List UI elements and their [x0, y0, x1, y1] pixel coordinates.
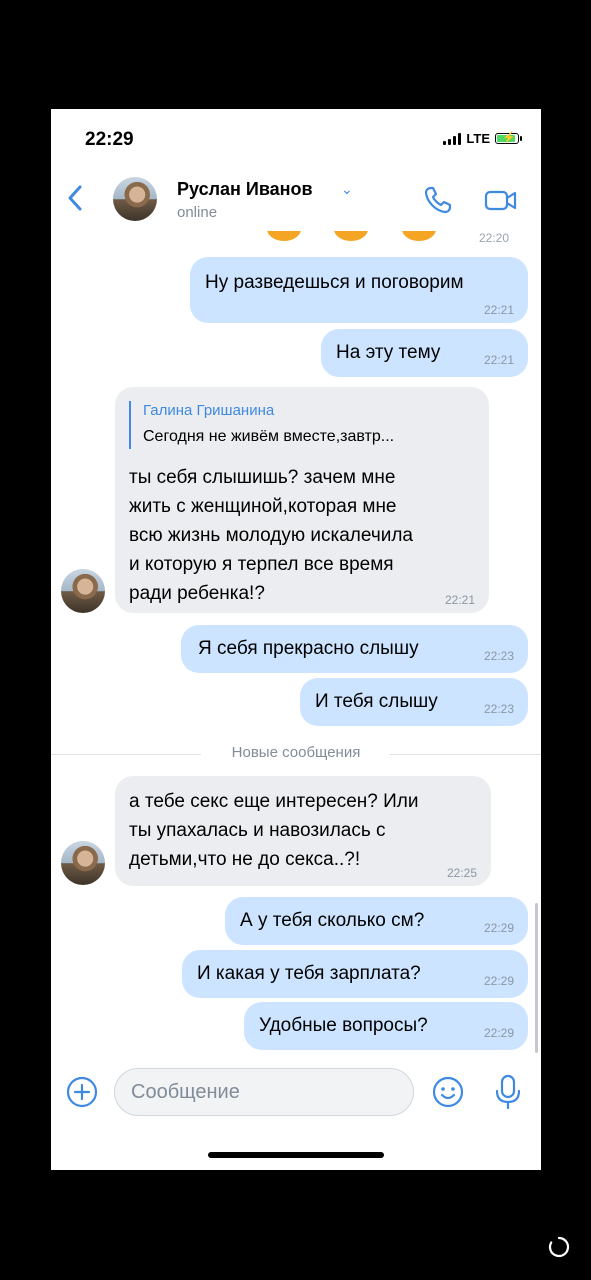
sender-avatar[interactable] — [61, 569, 105, 613]
message-text: Удобные вопросы? — [259, 1015, 428, 1036]
message-text: И тебя слышу — [315, 691, 438, 712]
incoming-message[interactable]: а тебе секс еще интересен? Или ты упахал… — [115, 776, 491, 886]
contact-name[interactable]: Руслан Иванов — [177, 179, 313, 200]
outgoing-message[interactable]: Удобные вопросы? 22:29 — [244, 1002, 528, 1050]
message-time: 22:25 — [446, 866, 477, 880]
outgoing-message[interactable]: Ну разведешься и поговорим 22:21 — [190, 257, 528, 323]
message-time: 22:21 — [444, 593, 475, 607]
message-line: детьми,что не до секса..?! — [129, 849, 361, 870]
message-time: 22:21 — [483, 303, 514, 317]
home-indicator — [208, 1152, 384, 1158]
outgoing-message[interactable]: И какая у тебя зарплата? 22:29 — [182, 950, 528, 998]
quote-text: Сегодня не живём вместе,завтр... — [143, 428, 395, 445]
status-indicators: LTE ⚡ — [443, 131, 522, 146]
quote-author: Галина Гришанина — [143, 402, 275, 419]
message-time: 22:21 — [483, 353, 514, 367]
plus-circle-icon[interactable] — [65, 1075, 99, 1109]
message-line: а тебе секс еще интересен? Или — [129, 791, 419, 812]
message-text: А у тебя сколько см? — [240, 910, 425, 931]
signal-icon — [443, 132, 462, 145]
outgoing-message[interactable]: И тебя слышу 22:23 — [300, 678, 528, 726]
outgoing-message[interactable]: Я себя прекрасно слышу 22:23 — [181, 625, 528, 673]
message-list[interactable]: 22:20 Ну разведешься и поговорим 22:21 Н… — [51, 231, 541, 1061]
message-input[interactable]: Сообщение — [114, 1068, 414, 1116]
message-text: Ну разведешься и поговорим — [205, 272, 464, 293]
incoming-message[interactable]: Галина Гришанина Сегодня не живём вместе… — [115, 387, 489, 613]
phone-icon[interactable] — [423, 185, 453, 215]
sticker-emoji — [334, 231, 368, 241]
outgoing-message[interactable]: А у тебя сколько см? 22:29 — [225, 897, 528, 945]
phone-screen: 22:29 LTE ⚡ Руслан Иванов ⌄ online 22:20… — [51, 109, 541, 1170]
message-text: ты себя слышишь? зачем мне жить с женщин… — [129, 463, 413, 608]
outgoing-message[interactable]: На эту тему 22:21 — [321, 329, 528, 377]
reply-quote[interactable]: Галина Гришанина Сегодня не живём вместе… — [129, 401, 394, 449]
contact-avatar[interactable] — [113, 177, 157, 221]
video-camera-icon[interactable] — [483, 185, 519, 215]
status-bar: 22:29 LTE ⚡ — [51, 109, 541, 169]
chevron-left-icon[interactable] — [63, 183, 89, 213]
divider-label: Новые сообщения — [231, 744, 361, 761]
sticker-emoji — [267, 231, 301, 241]
message-text: Я себя прекрасно слышу — [198, 638, 419, 659]
smile-icon[interactable] — [431, 1075, 465, 1109]
message-line: и которую я терпел все время — [129, 554, 394, 575]
message-text: На эту тему — [336, 342, 441, 363]
message-text: И какая у тебя зарплата? — [197, 963, 421, 984]
message-time: 22:29 — [483, 1026, 514, 1040]
chat-header: Руслан Иванов ⌄ online — [51, 169, 541, 231]
message-time: 22:20 — [478, 231, 509, 245]
message-line: ты упахалась и навозилась с — [129, 820, 386, 841]
message-line: жить с женщиной,которая мне — [129, 496, 397, 517]
message-input-placeholder: Сообщение — [131, 1081, 240, 1103]
sender-avatar[interactable] — [61, 841, 105, 885]
message-time: 22:23 — [483, 649, 514, 663]
new-messages-divider: Новые сообщения — [51, 744, 541, 764]
message-line: всю жизнь молодую искалечила — [129, 525, 413, 546]
scrollbar[interactable] — [535, 903, 538, 1053]
message-time: 22:29 — [483, 974, 514, 988]
chevron-down-icon[interactable]: ⌄ — [341, 181, 353, 198]
message-line: ты себя слышишь? зачем мне — [129, 467, 396, 488]
sticker-emoji — [402, 231, 436, 241]
loading-spinner-icon — [548, 1236, 570, 1258]
status-time: 22:29 — [85, 129, 134, 150]
message-text: а тебе секс еще интересен? Или ты упахал… — [129, 787, 418, 874]
message-time: 22:23 — [483, 702, 514, 716]
network-type: LTE — [466, 131, 490, 146]
message-time: 22:29 — [483, 921, 514, 935]
contact-status: online — [177, 204, 218, 221]
composer: Сообщение — [51, 1061, 541, 1131]
battery-icon: ⚡ — [495, 132, 522, 144]
microphone-icon[interactable] — [491, 1073, 525, 1111]
message-line: ради ребенка!? — [129, 583, 265, 604]
